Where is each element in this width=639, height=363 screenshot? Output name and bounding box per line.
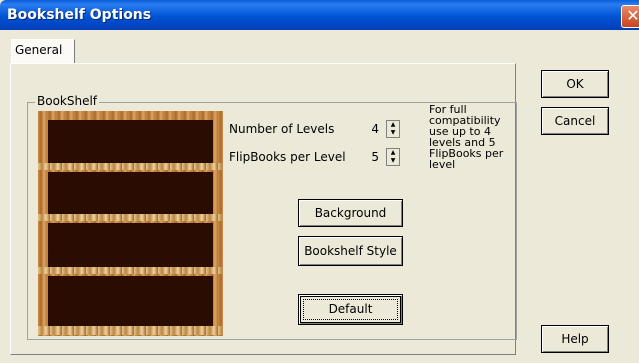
shelf-board: [38, 214, 223, 221]
default-button[interactable]: Default: [298, 294, 403, 325]
shelf-level-1: [48, 120, 213, 163]
flipbooks-label: FlipBooks per Level: [229, 150, 346, 164]
levels-spinner[interactable]: ▲ ▼: [386, 120, 400, 138]
spin-up-icon[interactable]: ▲: [387, 121, 399, 129]
shelf-board: [38, 326, 223, 335]
spin-down-icon[interactable]: ▼: [387, 129, 399, 137]
shelf-level-2: [48, 172, 213, 214]
compatibility-note: For full compatibility use up to 4 level…: [429, 103, 504, 171]
window-title: Bookshelf Options: [7, 7, 152, 23]
title-bar[interactable]: Bookshelf Options ✕: [0, 0, 639, 30]
shelf-board: [38, 163, 223, 170]
spin-down-icon[interactable]: ▼: [387, 157, 399, 165]
levels-label: Number of Levels: [229, 122, 335, 136]
shelf-level-3: [48, 223, 213, 267]
background-button[interactable]: Background: [298, 199, 403, 227]
cancel-button[interactable]: Cancel: [541, 107, 609, 135]
shelf-board: [38, 267, 223, 274]
bookshelf-group-label: BookShelf: [35, 94, 100, 108]
spin-up-icon[interactable]: ▲: [387, 149, 399, 157]
flipbooks-value[interactable]: 5: [357, 149, 383, 165]
levels-value[interactable]: 4: [357, 121, 383, 137]
shelf-level-4: [48, 276, 213, 326]
ok-button[interactable]: OK: [541, 70, 609, 98]
flipbooks-spinner[interactable]: ▲ ▼: [386, 148, 400, 166]
tab-general-label: General: [15, 43, 63, 57]
close-icon[interactable]: ✕: [621, 5, 639, 28]
tab-general[interactable]: General: [11, 39, 75, 63]
help-button[interactable]: Help: [541, 325, 609, 353]
default-button-label: Default: [328, 302, 373, 316]
bookshelf-style-button[interactable]: Bookshelf Style: [298, 236, 403, 266]
bookshelf-options-dialog: Bookshelf Options ✕ General BookShelf Nu…: [0, 0, 639, 363]
